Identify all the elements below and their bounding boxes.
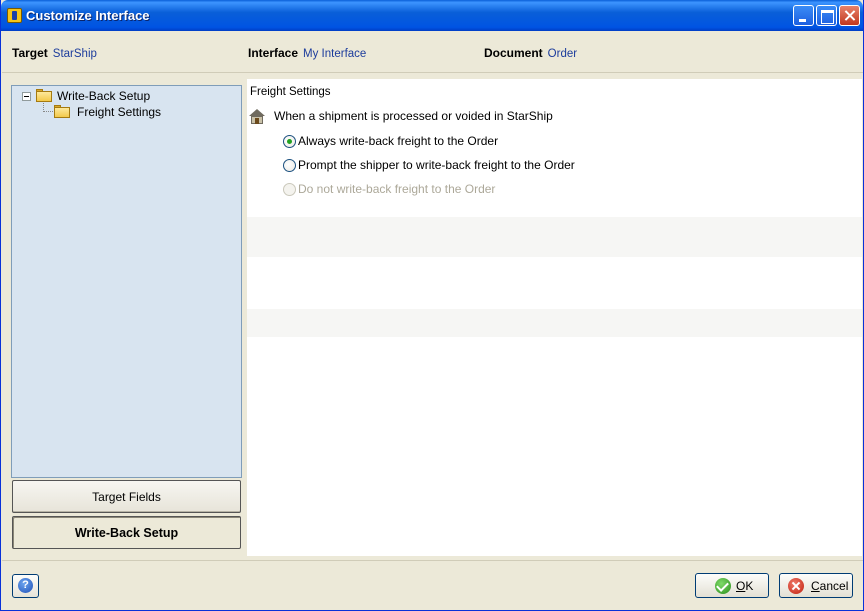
folder-open-icon (54, 105, 71, 118)
maximize-button[interactable] (816, 5, 837, 26)
document-label: Document (484, 46, 543, 60)
option-label: Always write-back freight to the Order (298, 134, 499, 148)
target-field: Target StarShip (12, 46, 97, 60)
folder-icon (36, 89, 53, 102)
target-value: StarShip (52, 48, 97, 60)
help-icon: ? (18, 578, 33, 593)
option-label: Prompt the shipper to write-back freight… (298, 158, 575, 172)
tree-item-label: Write-Back Setup (57, 89, 151, 103)
radio-button[interactable] (283, 135, 296, 148)
question-text: When a shipment is processed or voided i… (274, 109, 553, 123)
cancel-button[interactable]: Cancel (779, 573, 853, 598)
dialog-footer: ? OK Cancel (2, 560, 863, 610)
window-title: Customize Interface (26, 8, 150, 23)
settings-content: Freight Settings When a shipment is proc… (247, 79, 862, 556)
help-button[interactable]: ? (12, 574, 39, 598)
tree-item-label: Freight Settings (77, 105, 162, 119)
document-value: Order (547, 48, 578, 60)
document-field: Document Order (484, 46, 577, 60)
tree-connector (43, 111, 53, 112)
tree-panel: Write-Back Setup Freight Settings (11, 85, 242, 478)
option-label: Do not write-back freight to the Order (298, 182, 496, 196)
cancel-x-icon (788, 578, 804, 594)
target-label: Target (12, 46, 48, 60)
section-title: Freight Settings (250, 86, 331, 98)
close-button[interactable] (839, 5, 860, 26)
house-icon (249, 109, 266, 125)
tree-item-freight-settings[interactable]: Freight Settings (54, 104, 234, 120)
render-artifact (247, 309, 862, 337)
app-icon (7, 8, 22, 23)
interface-value: My Interface (303, 48, 367, 60)
tree-item-write-back-setup[interactable]: Write-Back Setup (22, 88, 222, 104)
ok-button[interactable]: OK (695, 573, 769, 598)
minimize-button[interactable] (793, 5, 814, 26)
write-back-setup-button[interactable]: Write-Back Setup (12, 516, 241, 549)
render-artifact (247, 217, 862, 257)
radio-button-disabled (283, 183, 296, 196)
ok-label: OK (736, 579, 754, 593)
interface-label: Interface (248, 46, 299, 60)
interface-field: Interface My Interface (248, 46, 366, 60)
cancel-label: Cancel (811, 579, 849, 593)
collapse-toggle-icon[interactable] (22, 92, 31, 101)
target-fields-button[interactable]: Target Fields (12, 480, 241, 513)
check-icon (715, 578, 731, 594)
header-bar: Target StarShip Interface My Interface Doc… (2, 31, 863, 73)
customize-interface-window: Customize Interface Target StarShip Inter… (0, 0, 864, 611)
title-bar: Customize Interface (1, 0, 863, 31)
radio-button[interactable] (283, 159, 296, 172)
